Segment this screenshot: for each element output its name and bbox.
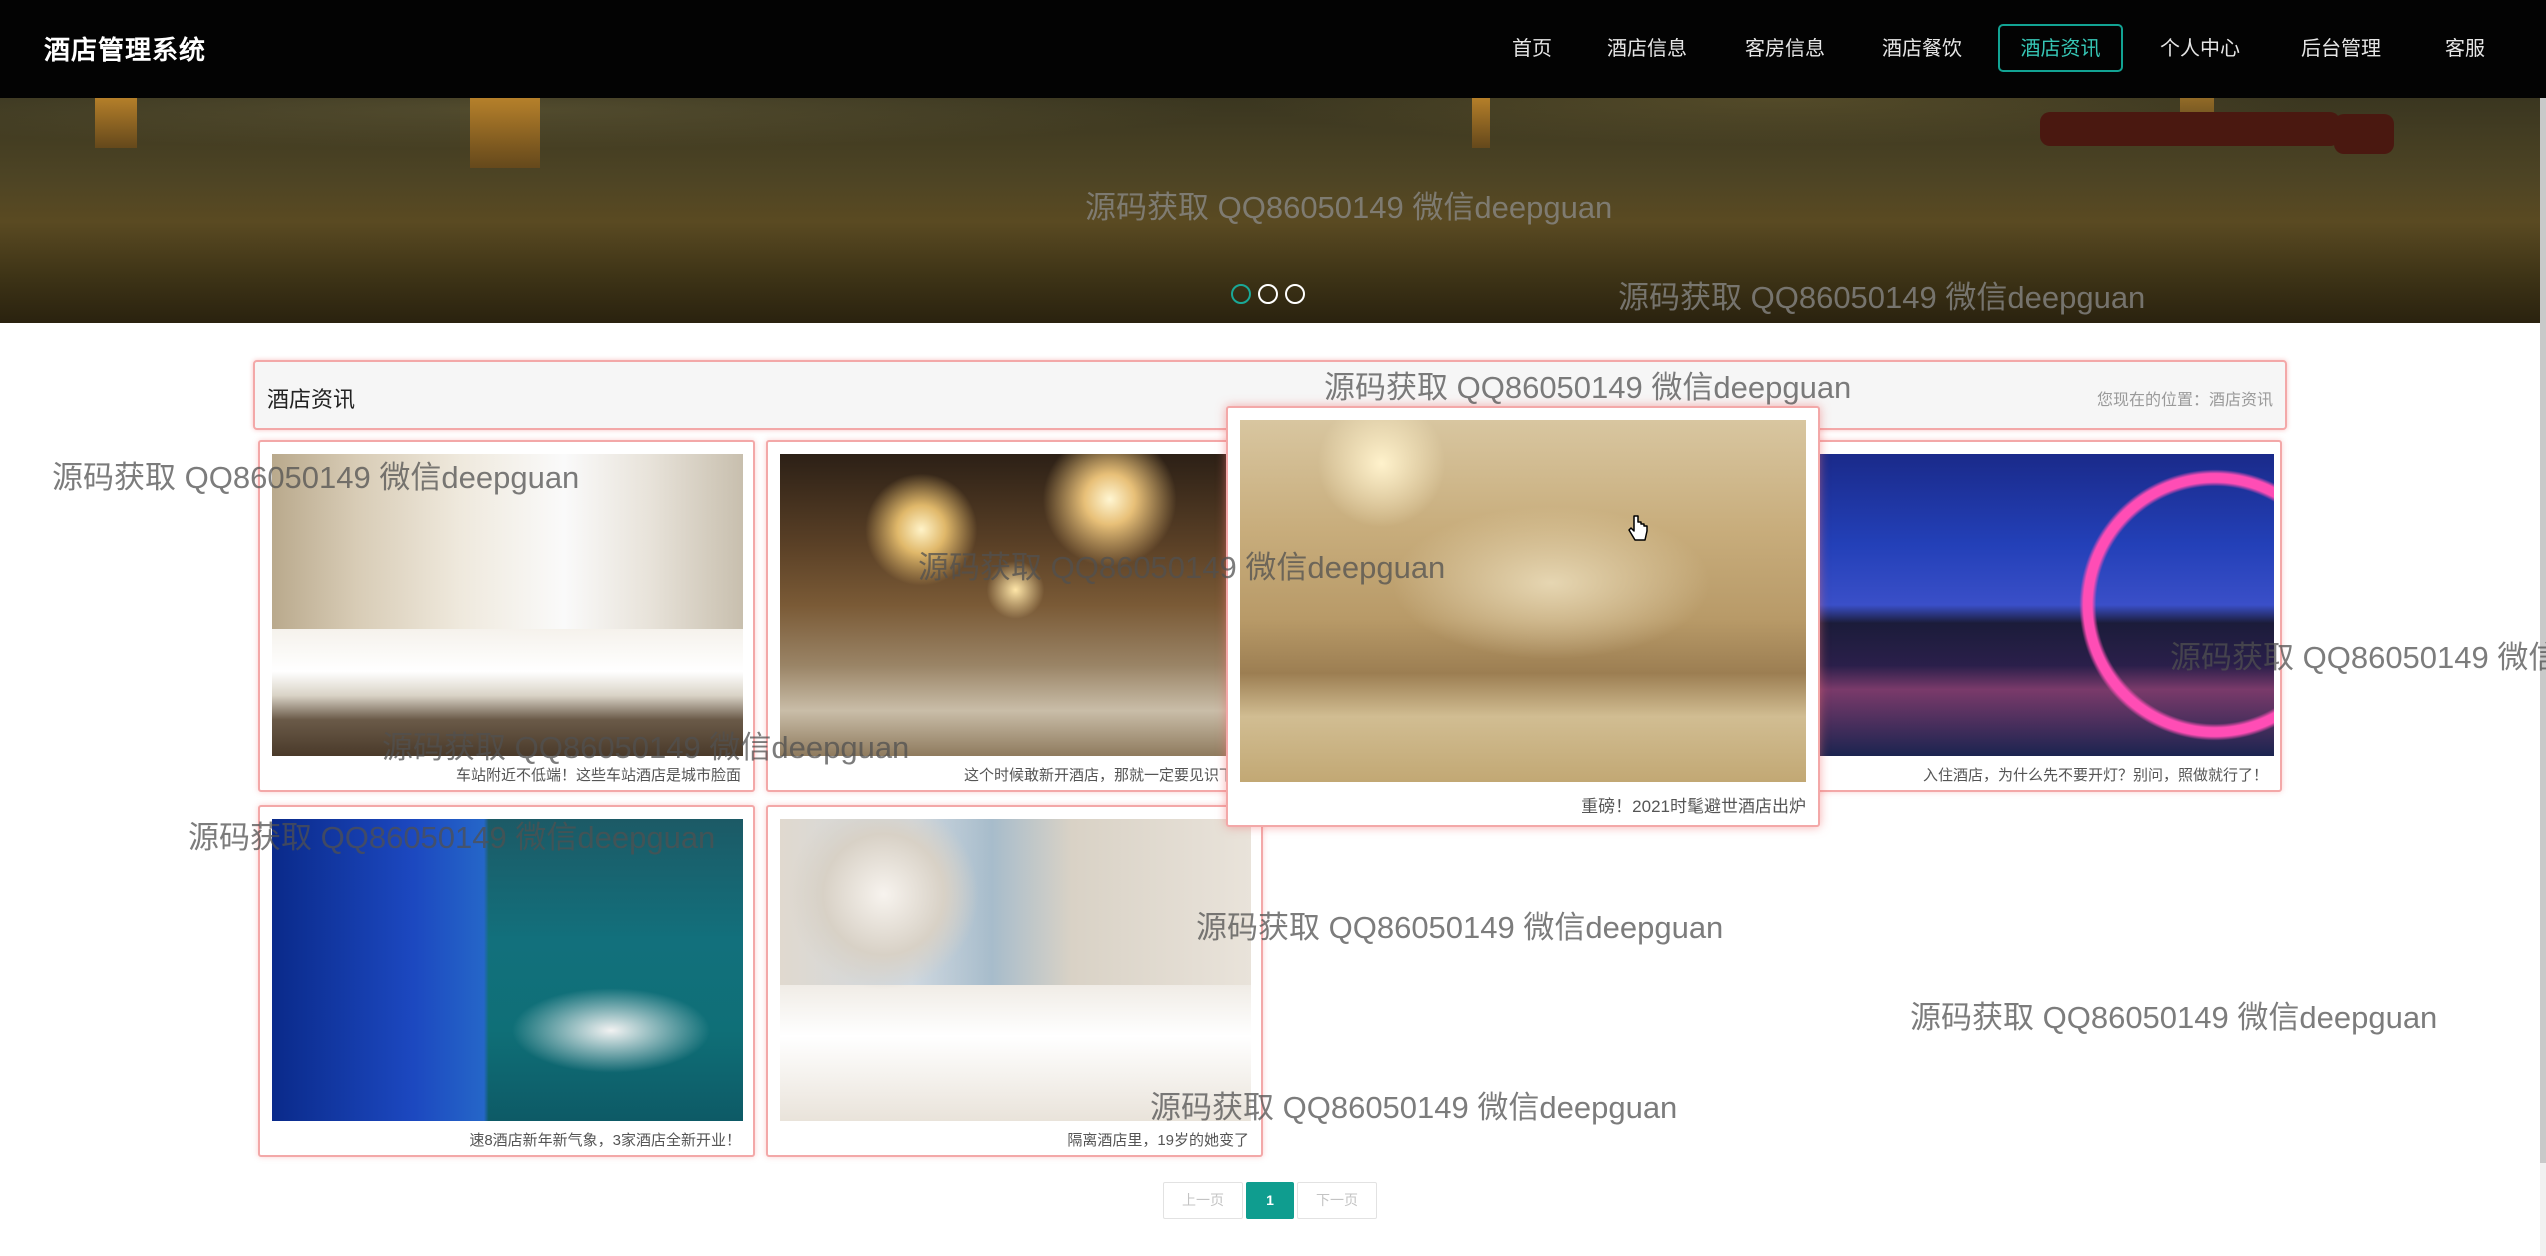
banner-decor [1472,98,1490,148]
top-navbar: 酒店管理系统 首页 酒店信息 客房信息 酒店餐饮 酒店资讯 个人中心 后台管理 … [0,0,2546,98]
nav-user-center[interactable]: 个人中心 [2148,24,2252,72]
nav-room-info[interactable]: 客房信息 [1733,24,1837,72]
watermark-text: 源码获取 QQ86050149 微信deepguan [1910,1000,2438,1035]
news-card-hovered[interactable]: 重磅！2021时髦避世酒店出炉 [1226,406,1820,827]
news-card[interactable]: 入住酒店，为什么先不要开灯？别问，照做就行了！ [1811,440,2282,792]
news-image[interactable] [780,819,1251,1121]
nav-hotel-news[interactable]: 酒店资讯 [1998,24,2123,72]
news-image[interactable] [272,819,743,1121]
carousel-dot[interactable] [1285,284,1305,304]
news-card[interactable]: 这个时候敢新开酒店，那就一定要见识下了 [766,440,1263,792]
page-number-button[interactable]: 1 [1246,1182,1294,1219]
site-brand[interactable]: 酒店管理系统 [44,30,206,67]
banner-decor [2040,112,2340,146]
nav-customer-service[interactable]: 客服 [2430,24,2500,72]
watermark-text: 源码获取 QQ86050149 微信deepguan [1196,910,1724,945]
hero-banner[interactable] [0,98,2540,323]
section-title: 酒店资讯 [267,387,356,412]
scrollbar-thumb[interactable] [2540,98,2546,1163]
nav-dining[interactable]: 酒店餐饮 [1870,24,1974,72]
nav-home[interactable]: 首页 [1492,24,1572,72]
news-image[interactable] [1240,420,1806,782]
banner-decor [95,98,137,148]
banner-decor [2334,114,2394,154]
news-image[interactable] [1819,454,2274,756]
news-card[interactable]: 速8酒店新年新气象，3家酒店全新开业！ [258,805,755,1157]
news-caption[interactable]: 入住酒店，为什么先不要开灯？别问，照做就行了！ [1923,764,2268,785]
news-caption[interactable]: 这个时候敢新开酒店，那就一定要见识下了 [964,764,1249,785]
news-caption[interactable]: 隔离酒店里，19岁的她变了 [1067,1129,1249,1150]
nav-hotel-info[interactable]: 酒店信息 [1595,24,1699,72]
next-page-button[interactable]: 下一页 [1297,1182,1377,1219]
news-card[interactable]: 隔离酒店里，19岁的她变了 [766,805,1263,1157]
hand-cursor-icon [1627,514,1649,549]
news-caption[interactable]: 速8酒店新年新气象，3家酒店全新开业！ [469,1129,741,1150]
news-caption[interactable]: 重磅！2021时髦避世酒店出炉 [1581,792,1806,817]
breadcrumb: 您现在的位置：酒店资讯 [2096,392,2273,409]
prev-page-button[interactable]: 上一页 [1163,1182,1243,1219]
news-image[interactable] [780,454,1251,756]
news-image[interactable] [272,454,743,756]
carousel-dot[interactable] [1258,284,1278,304]
carousel-dot[interactable] [1231,284,1251,304]
news-caption[interactable]: 车站附近不低端！这些车站酒店是城市脸面 [456,764,741,785]
nav-admin[interactable]: 后台管理 [2289,24,2393,72]
banner-decor [470,98,540,168]
news-card[interactable]: 车站附近不低端！这些车站酒店是城市脸面 [258,440,755,792]
carousel-indicators [1231,284,1305,304]
